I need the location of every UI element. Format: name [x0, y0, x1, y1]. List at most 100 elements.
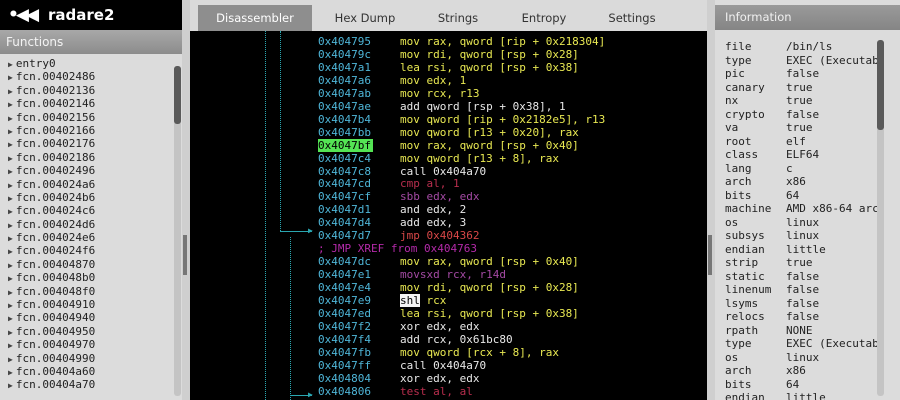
disasm-line[interactable]: 0x4047e4 mov rdi, qword [rsp + 0x28] — [190, 281, 707, 294]
function-list-item[interactable]: ▶ fcn.00404870 — [0, 258, 172, 271]
expand-arrow-icon[interactable]: ▶ — [8, 114, 13, 123]
information-scrollbar-thumb[interactable] — [877, 40, 884, 130]
disasm-line[interactable]: 0x404806 test al, al — [190, 385, 707, 398]
instruction-address[interactable]: 0x4047dc — [318, 255, 371, 268]
function-list-item[interactable]: ▶ fcn.004024f6 — [0, 244, 172, 257]
function-list-item[interactable]: ▶ fcn.00404a60 — [0, 365, 172, 378]
instruction-address[interactable]: 0x404795 — [318, 35, 371, 48]
expand-arrow-icon[interactable]: ▶ — [8, 181, 13, 190]
function-list-item[interactable]: ▶ fcn.004024a6 — [0, 178, 172, 191]
expand-arrow-icon[interactable]: ▶ — [8, 274, 13, 283]
instruction-address[interactable]: 0x4047a6 — [318, 74, 371, 87]
disasm-line[interactable]: 0x4047e9 shl rcx — [190, 294, 707, 307]
instruction-address[interactable]: 0x4047cd — [318, 177, 371, 190]
function-list-item[interactable]: ▶ fcn.00404970 — [0, 338, 172, 351]
disasm-line[interactable]: 0x4047ed lea rsi, qword [rsp + 0x38] — [190, 307, 707, 320]
instruction-address[interactable]: 0x4047bf — [318, 138, 373, 152]
disasm-line[interactable]: 0x4047bb mov qword [r13 + 0x20], rax — [190, 126, 707, 139]
expand-arrow-icon[interactable]: ▶ — [8, 140, 13, 149]
function-list-item[interactable]: ▶ fcn.00402186 — [0, 151, 172, 164]
function-list-item[interactable]: ▶ fcn.00402146 — [0, 97, 172, 110]
expand-arrow-icon[interactable]: ▶ — [8, 288, 13, 297]
expand-arrow-icon[interactable]: ▶ — [8, 341, 13, 350]
expand-arrow-icon[interactable]: ▶ — [8, 247, 13, 256]
function-list-item[interactable]: ▶ fcn.004048b0 — [0, 271, 172, 284]
instruction-address[interactable]: 0x4047ae — [318, 100, 371, 113]
disasm-line[interactable]: 0x4047dc mov rax, qword [rsp + 0x40] — [190, 255, 707, 268]
instruction-address[interactable]: 0x4047cf — [318, 190, 371, 203]
right-splitter-grip[interactable] — [708, 235, 712, 275]
instruction-address[interactable]: 0x4047fb — [318, 346, 371, 359]
instruction-address[interactable]: 0x4047c8 — [318, 165, 371, 178]
tab-hex-dump[interactable]: Hex Dump — [312, 5, 418, 31]
instruction-address[interactable]: 0x4047d1 — [318, 203, 371, 216]
expand-arrow-icon[interactable]: ▶ — [8, 154, 13, 163]
disasm-line[interactable]: 0x4047bf mov rax, qword [rsp + 0x40] — [190, 138, 707, 152]
function-list-item[interactable]: ▶ fcn.00402496 — [0, 164, 172, 177]
function-list-item[interactable]: ▶ fcn.00402176 — [0, 137, 172, 150]
instruction-address[interactable]: 0x4047e4 — [318, 281, 371, 294]
function-list-item[interactable]: ▶ fcn.004024d6 — [0, 218, 172, 231]
disasm-line[interactable]: 0x4047c8 call 0x404a70 — [190, 165, 707, 178]
instruction-address[interactable]: 0x40479c — [318, 48, 371, 61]
functions-scrollbar-thumb[interactable] — [174, 66, 181, 124]
function-list-item[interactable]: ▶ fcn.00404940 — [0, 311, 172, 324]
disasm-line[interactable]: 0x4047cf sbb edx, edx — [190, 190, 707, 203]
expand-arrow-icon[interactable]: ▶ — [8, 355, 13, 364]
instruction-address[interactable]: 0x4047ff — [318, 359, 371, 372]
function-list-item[interactable]: ▶ fcn.00404910 — [0, 298, 172, 311]
disasm-line[interactable]: 0x4047b4 mov qword [rip + 0x2182e5], r13 — [190, 113, 707, 126]
expand-arrow-icon[interactable]: ▶ — [8, 301, 13, 310]
expand-arrow-icon[interactable]: ▶ — [8, 167, 13, 176]
disasm-line[interactable]: 0x4047f2 xor edx, edx — [190, 320, 707, 333]
disasm-line[interactable]: 0x4047c4 mov qword [r13 + 8], rax — [190, 152, 707, 165]
disasm-line[interactable]: 0x4047e1 movsxd rcx, r14d — [190, 268, 707, 281]
instruction-address[interactable]: 0x4047ed — [318, 307, 371, 320]
instruction-address[interactable]: 0x4047f2 — [318, 320, 371, 333]
function-list-item[interactable]: ▶ fcn.004024e6 — [0, 231, 172, 244]
expand-arrow-icon[interactable]: ▶ — [8, 100, 13, 109]
disasm-line[interactable]: 0x4047d1 and edx, 2 — [190, 203, 707, 216]
tab-settings[interactable]: Settings — [590, 5, 674, 31]
function-list-item[interactable]: ▶ fcn.004024b6 — [0, 191, 172, 204]
left-splitter-grip[interactable] — [183, 235, 187, 275]
instruction-address[interactable]: 0x4047d7 — [318, 229, 371, 242]
disasm-line[interactable]: 0x4047d7 jmp 0x404362 — [190, 229, 707, 242]
instruction-address[interactable]: 0x4047f4 — [318, 333, 371, 346]
disasm-line[interactable]: 0x40479c mov rdi, qword [rsp + 0x28] — [190, 48, 707, 61]
disasm-line[interactable]: 0x4047d4 add edx, 3 — [190, 216, 707, 229]
instruction-address[interactable]: 0x4047c4 — [318, 152, 371, 165]
expand-arrow-icon[interactable]: ▶ — [8, 207, 13, 216]
function-list-item[interactable]: ▶ fcn.00402166 — [0, 124, 172, 137]
disasm-line[interactable]: 0x4047ae add qword [rsp + 0x38], 1 — [190, 100, 707, 113]
disasm-line[interactable]: 0x4047cd cmp al, 1 — [190, 177, 707, 190]
expand-arrow-icon[interactable]: ▶ — [8, 60, 13, 69]
instruction-address[interactable]: 0x4047b4 — [318, 113, 371, 126]
right-splitter[interactable] — [707, 0, 715, 400]
left-splitter[interactable] — [182, 0, 190, 400]
function-list-item[interactable]: ▶ entry0 — [0, 57, 172, 70]
instruction-address[interactable]: 0x4047e1 — [318, 268, 371, 281]
function-list-item[interactable]: ▶ fcn.00402486 — [0, 70, 172, 83]
function-list-item[interactable]: ▶ fcn.00402136 — [0, 84, 172, 97]
disasm-line[interactable]: 0x4047ab mov rcx, r13 — [190, 87, 707, 100]
instruction-address[interactable]: 0x404806 — [318, 385, 371, 398]
function-list-item[interactable]: ▶ fcn.00404950 — [0, 325, 172, 338]
expand-arrow-icon[interactable]: ▶ — [8, 314, 13, 323]
tab-strings[interactable]: Strings — [418, 5, 498, 31]
tab-disassembler[interactable]: Disassembler — [198, 5, 312, 31]
instruction-address[interactable]: 0x4047a1 — [318, 61, 371, 74]
function-list-item[interactable]: ▶ fcn.00402156 — [0, 111, 172, 124]
expand-arrow-icon[interactable]: ▶ — [8, 234, 13, 243]
expand-arrow-icon[interactable]: ▶ — [8, 261, 13, 270]
function-list-item[interactable]: ▶ fcn.004048f0 — [0, 285, 172, 298]
disasm-line[interactable]: 0x4047a6 mov edx, 1 — [190, 74, 707, 87]
disasm-line[interactable]: 0x404795 mov rax, qword [rip + 0x218304] — [190, 35, 707, 48]
disasm-line[interactable]: ; JMP XREF from 0x404763 — [190, 242, 707, 255]
disasm-line[interactable]: 0x4047f4 add rcx, 0x61bc80 — [190, 333, 707, 346]
expand-arrow-icon[interactable]: ▶ — [8, 368, 13, 377]
instruction-address[interactable]: 0x4047ab — [318, 87, 371, 100]
instruction-address[interactable]: 0x4047bb — [318, 126, 371, 139]
instruction-address[interactable]: 0x404804 — [318, 372, 371, 385]
function-list-item[interactable]: ▶ fcn.00404990 — [0, 352, 172, 365]
